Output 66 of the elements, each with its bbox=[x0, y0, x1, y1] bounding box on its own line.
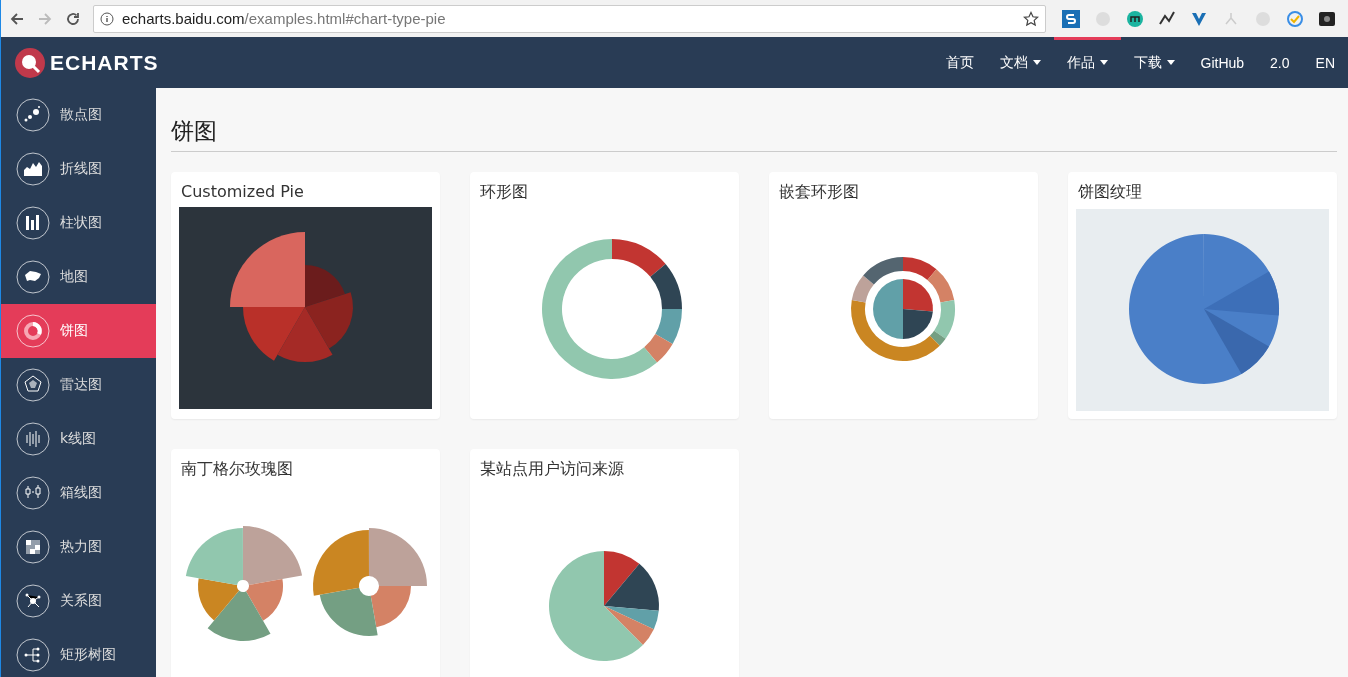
logo-icon[interactable] bbox=[14, 46, 46, 79]
extension-icon[interactable] bbox=[1126, 9, 1144, 28]
sidebar-item[interactable]: 散点图 bbox=[1, 88, 156, 142]
example-card[interactable]: Customized Pie bbox=[171, 172, 440, 419]
area-chart-icon bbox=[16, 152, 50, 186]
back-icon[interactable] bbox=[9, 10, 25, 27]
sidebar-item[interactable]: 矩形树图 bbox=[1, 628, 156, 677]
nav-link[interactable]: GitHub bbox=[1187, 37, 1258, 88]
donut-icon bbox=[16, 314, 50, 348]
sidebar-item[interactable]: 热力图 bbox=[1, 520, 156, 574]
url-path: /examples.html#chart-type-pie bbox=[244, 10, 446, 27]
extension-icon[interactable] bbox=[1318, 9, 1336, 28]
star-icon[interactable] bbox=[1023, 10, 1039, 27]
candlestick-icon bbox=[16, 422, 50, 456]
sidebar-item[interactable]: 关系图 bbox=[1, 574, 156, 628]
card-title: 饼图纹理 bbox=[1077, 181, 1143, 203]
info-icon[interactable] bbox=[100, 11, 114, 26]
card-title: 某站点用户访问来源 bbox=[479, 458, 625, 480]
sidebar-label: 关系图 bbox=[60, 592, 102, 610]
card-title: 嵌套环形图 bbox=[778, 181, 860, 203]
card-title: 南丁格尔玫瑰图 bbox=[180, 458, 294, 480]
sidebar-label: 雷达图 bbox=[60, 376, 102, 394]
reload-icon[interactable] bbox=[65, 10, 81, 27]
sidebar-item[interactable]: 饼图 bbox=[1, 304, 156, 358]
address-bar[interactable]: echarts.baidu.com/examples.html#chart-type-pie bbox=[93, 4, 1046, 33]
bar-chart-icon bbox=[16, 206, 50, 240]
map-icon bbox=[16, 260, 50, 294]
caret-icon bbox=[1099, 60, 1108, 65]
boxplot-icon bbox=[16, 476, 50, 510]
logo-text[interactable]: ECHARTS bbox=[50, 50, 159, 75]
sidebar-item[interactable]: 地图 bbox=[1, 250, 156, 304]
nav-link[interactable]: 2.0 bbox=[1257, 37, 1303, 88]
sidebar-item[interactable]: k线图 bbox=[1, 412, 156, 466]
tree-icon bbox=[16, 638, 50, 672]
sidebar-label: 地图 bbox=[60, 268, 88, 286]
sidebar-label: 热力图 bbox=[60, 538, 102, 556]
card-title: 环形图 bbox=[479, 181, 529, 203]
nav-link[interactable]: 文档 bbox=[986, 37, 1054, 88]
sidebar-label: 箱线图 bbox=[60, 484, 102, 502]
sidebar-item[interactable]: 雷达图 bbox=[1, 358, 156, 412]
page-title: 饼图 bbox=[171, 116, 1337, 152]
nav-link[interactable]: EN bbox=[1302, 37, 1348, 88]
example-card[interactable]: 饼图纹理 bbox=[1068, 172, 1337, 419]
radar-icon bbox=[16, 368, 50, 402]
example-card[interactable]: 某站点用户访问来源 bbox=[470, 449, 739, 677]
example-card[interactable]: 环形图 bbox=[470, 172, 739, 419]
example-card[interactable]: 南丁格尔玫瑰图 bbox=[171, 449, 440, 677]
caret-icon bbox=[1166, 60, 1175, 65]
sidebar-label: 散点图 bbox=[60, 106, 102, 124]
nav-link[interactable]: 首页 bbox=[932, 37, 987, 88]
sidebar-label: 矩形树图 bbox=[60, 646, 116, 664]
scatter-icon bbox=[16, 98, 50, 132]
sidebar-label: 柱状图 bbox=[60, 214, 102, 232]
graph-icon bbox=[16, 584, 50, 618]
heatmap-icon bbox=[16, 530, 50, 564]
sidebar-label: 折线图 bbox=[60, 160, 102, 178]
caret-icon bbox=[1032, 60, 1041, 65]
nav-link[interactable]: 下载 bbox=[1120, 37, 1188, 88]
sidebar-item[interactable]: 箱线图 bbox=[1, 466, 156, 520]
sidebar-label: k线图 bbox=[60, 430, 97, 448]
example-card[interactable]: 嵌套环形图 bbox=[769, 172, 1038, 419]
card-title: Customized Pie bbox=[180, 181, 305, 203]
sidebar-item[interactable]: 柱状图 bbox=[1, 196, 156, 250]
sidebar-label: 饼图 bbox=[60, 322, 88, 340]
sidebar-item[interactable]: 折线图 bbox=[1, 142, 156, 196]
url-host: echarts.baidu.com bbox=[122, 10, 245, 27]
